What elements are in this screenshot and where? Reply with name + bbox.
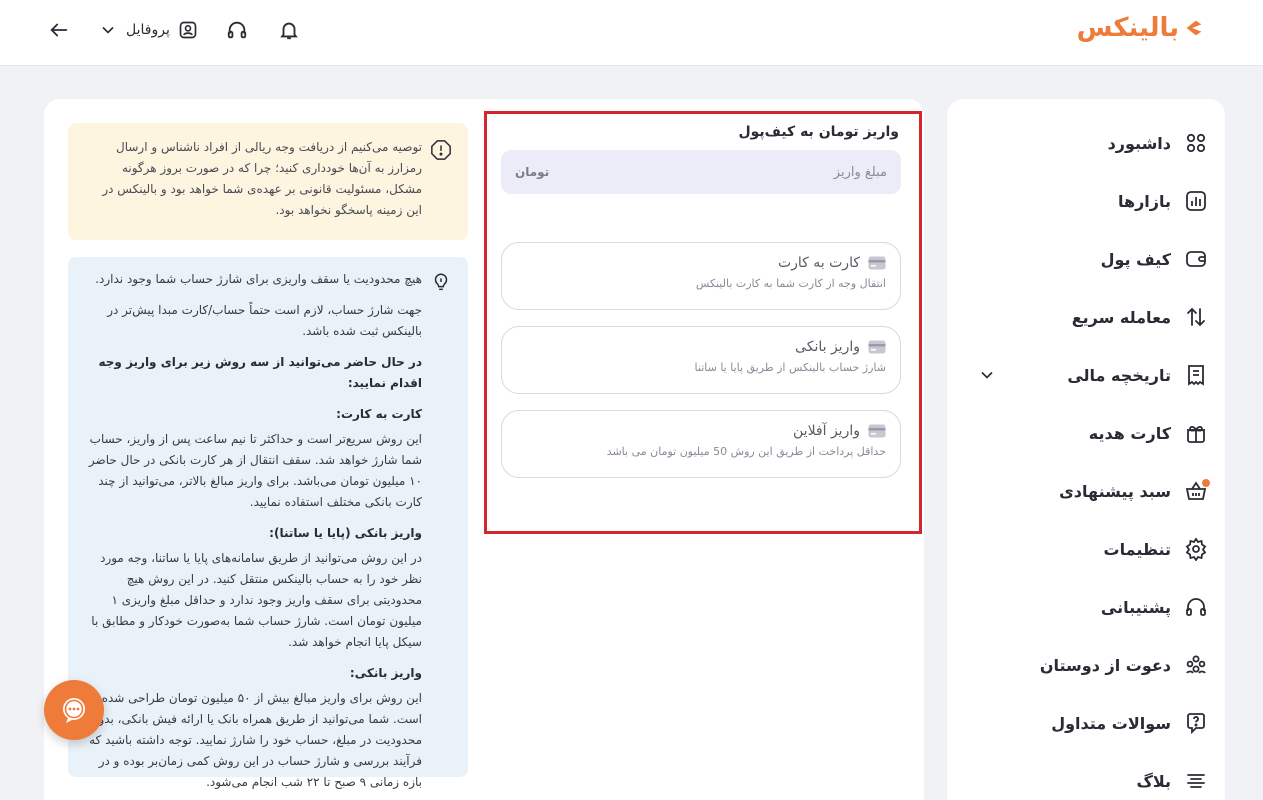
sidebar-item-label: تاریخچه مالی: [1067, 365, 1171, 385]
method-title: واریز بانکی: [795, 339, 860, 355]
sidebar-item-label: تنظیمات: [1103, 539, 1171, 559]
sidebar-item-faq[interactable]: سوالات متداول: [963, 701, 1209, 745]
method-card-to-card[interactable]: کارت به کارت انتقال وجه از کارت شما به ک…: [501, 242, 901, 310]
sidebar-item-label: داشبورد: [1107, 133, 1171, 153]
sidebar-item-label: کارت هدیه: [1088, 423, 1171, 443]
logo-text: بالینکس: [1076, 13, 1179, 43]
info-heading: در حال حاضر می‌توانید از سه روش زیر برای…: [98, 355, 423, 390]
method-subtitle: انتقال وجه از کارت شما به کارت بالینکس: [695, 277, 886, 290]
chevron-down-icon: [102, 26, 114, 34]
card-icon: [868, 256, 886, 270]
sidebar: داشبورد بازارها کیف پول معامله سریع تاری…: [947, 99, 1225, 800]
bell-icon[interactable]: [276, 17, 302, 43]
info-paragraph: این روش برای واریز مبالغ بیش از ۵۰ میلیو…: [89, 691, 422, 789]
warning-text: توصیه می‌کنیم از دریافت وجه ریالی از افر…: [102, 140, 422, 217]
markets-icon: [1183, 188, 1209, 214]
card-icon: [868, 340, 886, 354]
currency-unit: تومان: [515, 165, 550, 179]
info-paragraph: هیچ محدودیت یا سقف واریزی برای شارژ حساب…: [95, 272, 422, 286]
sidebar-item-quick-trade[interactable]: معامله سریع: [963, 295, 1209, 339]
sidebar-item-support[interactable]: پشتیبانی: [963, 585, 1209, 629]
back-arrow-icon[interactable]: [46, 17, 72, 43]
basket-icon: [1183, 478, 1210, 504]
grid-icon: [1183, 130, 1209, 156]
sidebar-item-suggested-basket[interactable]: سبد پیشنهادی: [963, 469, 1210, 513]
wallet-icon: [1183, 246, 1209, 272]
notification-dot: [1202, 479, 1210, 487]
lightbulb-icon: [434, 273, 448, 291]
profile-menu[interactable]: پروفایل: [98, 20, 198, 40]
sidebar-item-label: بلاگ: [1136, 771, 1171, 791]
users-icon: [1183, 652, 1209, 678]
sidebar-item-wallet[interactable]: کیف پول: [963, 237, 1209, 281]
receipt-icon: [1183, 362, 1209, 388]
sidebar-item-invite-friends[interactable]: دعوت از دوستان: [963, 643, 1209, 687]
chevron-down-icon[interactable]: [977, 365, 997, 385]
gift-icon: [1183, 420, 1209, 446]
sidebar-item-label: دعوت از دوستان: [1039, 655, 1171, 675]
headphones-icon[interactable]: [224, 17, 250, 43]
sidebar-item-label: سوالات متداول: [1051, 713, 1171, 733]
info-heading: واریز بانکی:: [349, 666, 422, 680]
method-subtitle: شارژ حساب بالینکس از طریق پایا یا ساتنا: [694, 361, 886, 374]
deposit-title: واریز تومان به کیف‌پول: [738, 124, 899, 140]
info-heading: واریز بانکی (پایا یا ساتنا):: [269, 526, 422, 540]
method-title: واریز آفلاین: [793, 423, 860, 439]
sidebar-item-label: بازارها: [1117, 191, 1171, 211]
sidebar-item-label: کیف پول: [1100, 249, 1171, 269]
deposit-info: هیچ محدودیت یا سقف واریزی برای شارژ حساب…: [68, 257, 468, 789]
method-subtitle: حداقل پرداخت از طریق این روش 50 میلیون ت…: [606, 445, 886, 458]
info-paragraph: جهت شارژ حساب، لازم است حتماً حساب/کارت …: [107, 303, 422, 338]
headphones-icon: [1183, 594, 1209, 620]
user-icon: [179, 21, 197, 39]
sidebar-item-dashboard[interactable]: داشبورد: [963, 121, 1209, 165]
top-actions: پروفایل: [46, 12, 302, 48]
amount-input[interactable]: [549, 164, 887, 180]
amount-field[interactable]: تومان: [501, 150, 901, 194]
sidebar-item-label: پشتیبانی: [1100, 597, 1171, 617]
sidebar-item-settings[interactable]: تنظیمات: [963, 527, 1209, 571]
profile-label: پروفایل: [126, 22, 170, 38]
method-title: کارت به کارت: [777, 255, 860, 271]
info-paragraph: در این روش می‌توانید از طریق سامانه‌های …: [91, 551, 422, 649]
sidebar-item-label: معامله سریع: [1071, 307, 1171, 327]
sidebar-item-blog[interactable]: بلاگ: [963, 759, 1209, 800]
sidebar-item-gift-card[interactable]: کارت هدیه: [963, 411, 1209, 455]
swap-icon: [1183, 304, 1209, 330]
method-bank-transfer[interactable]: واریز بانکی شارژ حساب بالینکس از طریق پا…: [501, 326, 901, 394]
logo-mark-icon: [1186, 20, 1202, 36]
deposit-panel: واریز تومان به کیف‌پول تومان کارت به کار…: [484, 111, 922, 534]
chat-button[interactable]: [44, 680, 104, 740]
warning-notice: توصیه می‌کنیم از دریافت وجه ریالی از افر…: [68, 123, 468, 240]
top-bar: بالینکس پروفایل: [0, 0, 1263, 66]
question-icon: [1183, 710, 1209, 736]
gear-icon: [1183, 536, 1209, 562]
sidebar-item-label: سبد پیشنهادی: [1059, 481, 1171, 501]
info-paragraph: این روش سریع‌تر است و حداکثر تا نیم ساعت…: [88, 432, 422, 509]
card-icon: [868, 424, 886, 438]
info-heading: کارت به کارت:: [336, 407, 422, 421]
brand-logo[interactable]: بالینکس: [1077, 10, 1205, 46]
sidebar-item-financial-history[interactable]: تاریخچه مالی: [963, 353, 1209, 397]
warning-icon: [431, 140, 451, 160]
sidebar-item-markets[interactable]: بازارها: [963, 179, 1209, 223]
chat-icon: [63, 698, 85, 723]
method-offline-deposit[interactable]: واریز آفلاین حداقل پرداخت از طریق این رو…: [501, 410, 901, 478]
blog-icon: [1183, 768, 1209, 794]
main-panel: توصیه می‌کنیم از دریافت وجه ریالی از افر…: [44, 99, 924, 800]
